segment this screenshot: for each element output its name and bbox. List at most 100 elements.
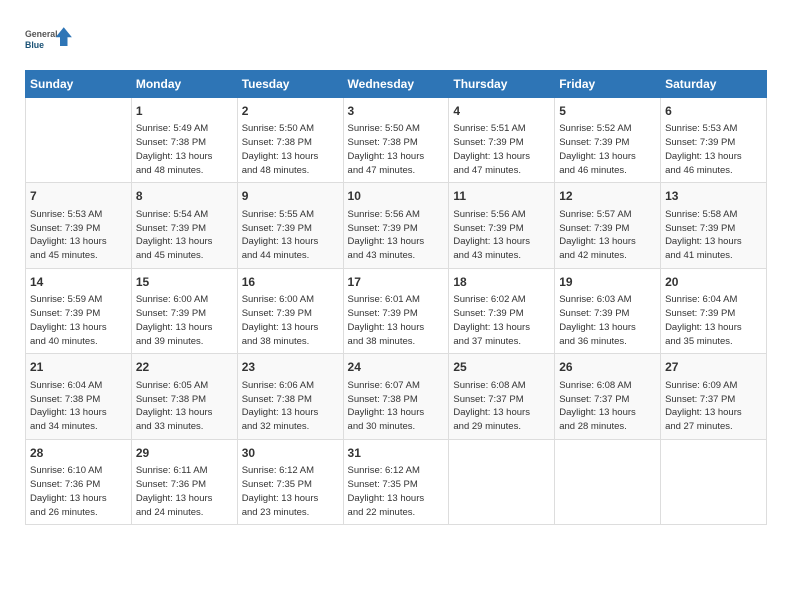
day-info: Sunrise: 5:51 AMSunset: 7:39 PMDaylight:…	[453, 122, 550, 177]
col-header-friday: Friday	[555, 71, 661, 98]
day-info: Sunrise: 5:58 AMSunset: 7:39 PMDaylight:…	[665, 208, 762, 263]
day-cell: 3 Sunrise: 5:50 AMSunset: 7:38 PMDaylight…	[343, 98, 449, 183]
day-number: 4	[453, 103, 550, 120]
day-cell: 28 Sunrise: 6:10 AMSunset: 7:36 PMDayligh…	[26, 439, 132, 524]
day-info: Sunrise: 6:06 AMSunset: 7:38 PMDaylight:…	[242, 379, 339, 434]
day-number: 24	[348, 359, 445, 376]
day-cell: 22 Sunrise: 6:05 AMSunset: 7:38 PMDayligh…	[131, 354, 237, 439]
day-number: 30	[242, 445, 339, 462]
day-info: Sunrise: 6:12 AMSunset: 7:35 PMDaylight:…	[348, 464, 445, 519]
day-info: Sunrise: 5:50 AMSunset: 7:38 PMDaylight:…	[242, 122, 339, 177]
day-cell: 15 Sunrise: 6:00 AMSunset: 7:39 PMDayligh…	[131, 268, 237, 353]
day-info: Sunrise: 6:05 AMSunset: 7:38 PMDaylight:…	[136, 379, 233, 434]
day-info: Sunrise: 5:59 AMSunset: 7:39 PMDaylight:…	[30, 293, 127, 348]
day-info: Sunrise: 6:12 AMSunset: 7:35 PMDaylight:…	[242, 464, 339, 519]
day-info: Sunrise: 6:04 AMSunset: 7:38 PMDaylight:…	[30, 379, 127, 434]
day-cell: 10 Sunrise: 5:56 AMSunset: 7:39 PMDayligh…	[343, 183, 449, 268]
day-number: 27	[665, 359, 762, 376]
day-number: 21	[30, 359, 127, 376]
day-number: 29	[136, 445, 233, 462]
day-number: 19	[559, 274, 656, 291]
day-info: Sunrise: 5:56 AMSunset: 7:39 PMDaylight:…	[348, 208, 445, 263]
day-cell	[26, 98, 132, 183]
week-row-4: 21 Sunrise: 6:04 AMSunset: 7:38 PMDayligh…	[26, 354, 767, 439]
day-cell: 16Sunrise: 6:00 AMSunset: 7:39 PMDayligh…	[237, 268, 343, 353]
day-number: 10	[348, 188, 445, 205]
day-info: Sunrise: 5:56 AMSunset: 7:39 PMDaylight:…	[453, 208, 550, 263]
day-number: 11	[453, 188, 550, 205]
day-number: 22	[136, 359, 233, 376]
day-number: 15	[136, 274, 233, 291]
week-row-1: 1Sunrise: 5:49 AMSunset: 7:38 PMDaylight…	[26, 98, 767, 183]
day-cell: 23Sunrise: 6:06 AMSunset: 7:38 PMDayligh…	[237, 354, 343, 439]
day-info: Sunrise: 5:50 AMSunset: 7:38 PMDaylight:…	[348, 122, 445, 177]
day-cell: 24 Sunrise: 6:07 AMSunset: 7:38 PMDayligh…	[343, 354, 449, 439]
day-cell	[449, 439, 555, 524]
day-cell: 26Sunrise: 6:08 AMSunset: 7:37 PMDayligh…	[555, 354, 661, 439]
day-number: 17	[348, 274, 445, 291]
day-cell	[661, 439, 767, 524]
day-cell: 1Sunrise: 5:49 AMSunset: 7:38 PMDaylight…	[131, 98, 237, 183]
day-cell: 25 Sunrise: 6:08 AMSunset: 7:37 PMDayligh…	[449, 354, 555, 439]
svg-text:Blue: Blue	[25, 40, 44, 50]
day-info: Sunrise: 6:10 AMSunset: 7:36 PMDaylight:…	[30, 464, 127, 519]
day-number: 5	[559, 103, 656, 120]
day-number: 25	[453, 359, 550, 376]
day-number: 1	[136, 103, 233, 120]
day-info: Sunrise: 6:09 AMSunset: 7:37 PMDaylight:…	[665, 379, 762, 434]
day-info: Sunrise: 6:04 AMSunset: 7:39 PMDaylight:…	[665, 293, 762, 348]
day-info: Sunrise: 6:07 AMSunset: 7:38 PMDaylight:…	[348, 379, 445, 434]
day-cell: 9 Sunrise: 5:55 AMSunset: 7:39 PMDaylight…	[237, 183, 343, 268]
day-cell: 5 Sunrise: 5:52 AMSunset: 7:39 PMDaylight…	[555, 98, 661, 183]
day-info: Sunrise: 5:53 AMSunset: 7:39 PMDaylight:…	[30, 208, 127, 263]
day-info: Sunrise: 6:11 AMSunset: 7:36 PMDaylight:…	[136, 464, 233, 519]
day-number: 2	[242, 103, 339, 120]
day-cell: 8 Sunrise: 5:54 AMSunset: 7:39 PMDaylight…	[131, 183, 237, 268]
day-info: Sunrise: 5:57 AMSunset: 7:39 PMDaylight:…	[559, 208, 656, 263]
day-number: 8	[136, 188, 233, 205]
day-number: 3	[348, 103, 445, 120]
col-header-monday: Monday	[131, 71, 237, 98]
week-row-3: 14 Sunrise: 5:59 AMSunset: 7:39 PMDayligh…	[26, 268, 767, 353]
day-number: 7	[30, 188, 127, 205]
logo: General Blue	[25, 20, 75, 60]
col-header-thursday: Thursday	[449, 71, 555, 98]
day-cell: 18Sunrise: 6:02 AMSunset: 7:39 PMDayligh…	[449, 268, 555, 353]
day-info: Sunrise: 6:00 AMSunset: 7:39 PMDaylight:…	[136, 293, 233, 348]
day-cell: 30 Sunrise: 6:12 AMSunset: 7:35 PMDayligh…	[237, 439, 343, 524]
day-cell: 4 Sunrise: 5:51 AMSunset: 7:39 PMDaylight…	[449, 98, 555, 183]
header-row: SundayMondayTuesdayWednesdayThursdayFrid…	[26, 71, 767, 98]
svg-text:General: General	[25, 29, 58, 39]
day-info: Sunrise: 5:52 AMSunset: 7:39 PMDaylight:…	[559, 122, 656, 177]
day-number: 13	[665, 188, 762, 205]
day-cell: 13 Sunrise: 5:58 AMSunset: 7:39 PMDayligh…	[661, 183, 767, 268]
day-number: 6	[665, 103, 762, 120]
col-header-saturday: Saturday	[661, 71, 767, 98]
col-header-tuesday: Tuesday	[237, 71, 343, 98]
day-number: 31	[348, 445, 445, 462]
day-info: Sunrise: 6:00 AMSunset: 7:39 PMDaylight:…	[242, 293, 339, 348]
day-cell: 14 Sunrise: 5:59 AMSunset: 7:39 PMDayligh…	[26, 268, 132, 353]
day-cell: 19Sunrise: 6:03 AMSunset: 7:39 PMDayligh…	[555, 268, 661, 353]
day-info: Sunrise: 6:01 AMSunset: 7:39 PMDaylight:…	[348, 293, 445, 348]
day-info: Sunrise: 5:55 AMSunset: 7:39 PMDaylight:…	[242, 208, 339, 263]
day-cell: 21 Sunrise: 6:04 AMSunset: 7:38 PMDayligh…	[26, 354, 132, 439]
day-number: 28	[30, 445, 127, 462]
day-cell: 2 Sunrise: 5:50 AMSunset: 7:38 PMDaylight…	[237, 98, 343, 183]
day-info: Sunrise: 6:08 AMSunset: 7:37 PMDaylight:…	[453, 379, 550, 434]
day-cell	[555, 439, 661, 524]
day-number: 9	[242, 188, 339, 205]
day-cell: 27 Sunrise: 6:09 AMSunset: 7:37 PMDayligh…	[661, 354, 767, 439]
day-cell: 31 Sunrise: 6:12 AMSunset: 7:35 PMDayligh…	[343, 439, 449, 524]
day-number: 20	[665, 274, 762, 291]
week-row-5: 28 Sunrise: 6:10 AMSunset: 7:36 PMDayligh…	[26, 439, 767, 524]
day-info: Sunrise: 6:02 AMSunset: 7:39 PMDaylight:…	[453, 293, 550, 348]
day-cell: 29 Sunrise: 6:11 AMSunset: 7:36 PMDayligh…	[131, 439, 237, 524]
day-info: Sunrise: 5:54 AMSunset: 7:39 PMDaylight:…	[136, 208, 233, 263]
calendar-table: SundayMondayTuesdayWednesdayThursdayFrid…	[25, 70, 767, 525]
col-header-sunday: Sunday	[26, 71, 132, 98]
day-info: Sunrise: 6:08 AMSunset: 7:37 PMDaylight:…	[559, 379, 656, 434]
day-number: 14	[30, 274, 127, 291]
day-cell: 12Sunrise: 5:57 AMSunset: 7:39 PMDayligh…	[555, 183, 661, 268]
day-cell: 11 Sunrise: 5:56 AMSunset: 7:39 PMDayligh…	[449, 183, 555, 268]
